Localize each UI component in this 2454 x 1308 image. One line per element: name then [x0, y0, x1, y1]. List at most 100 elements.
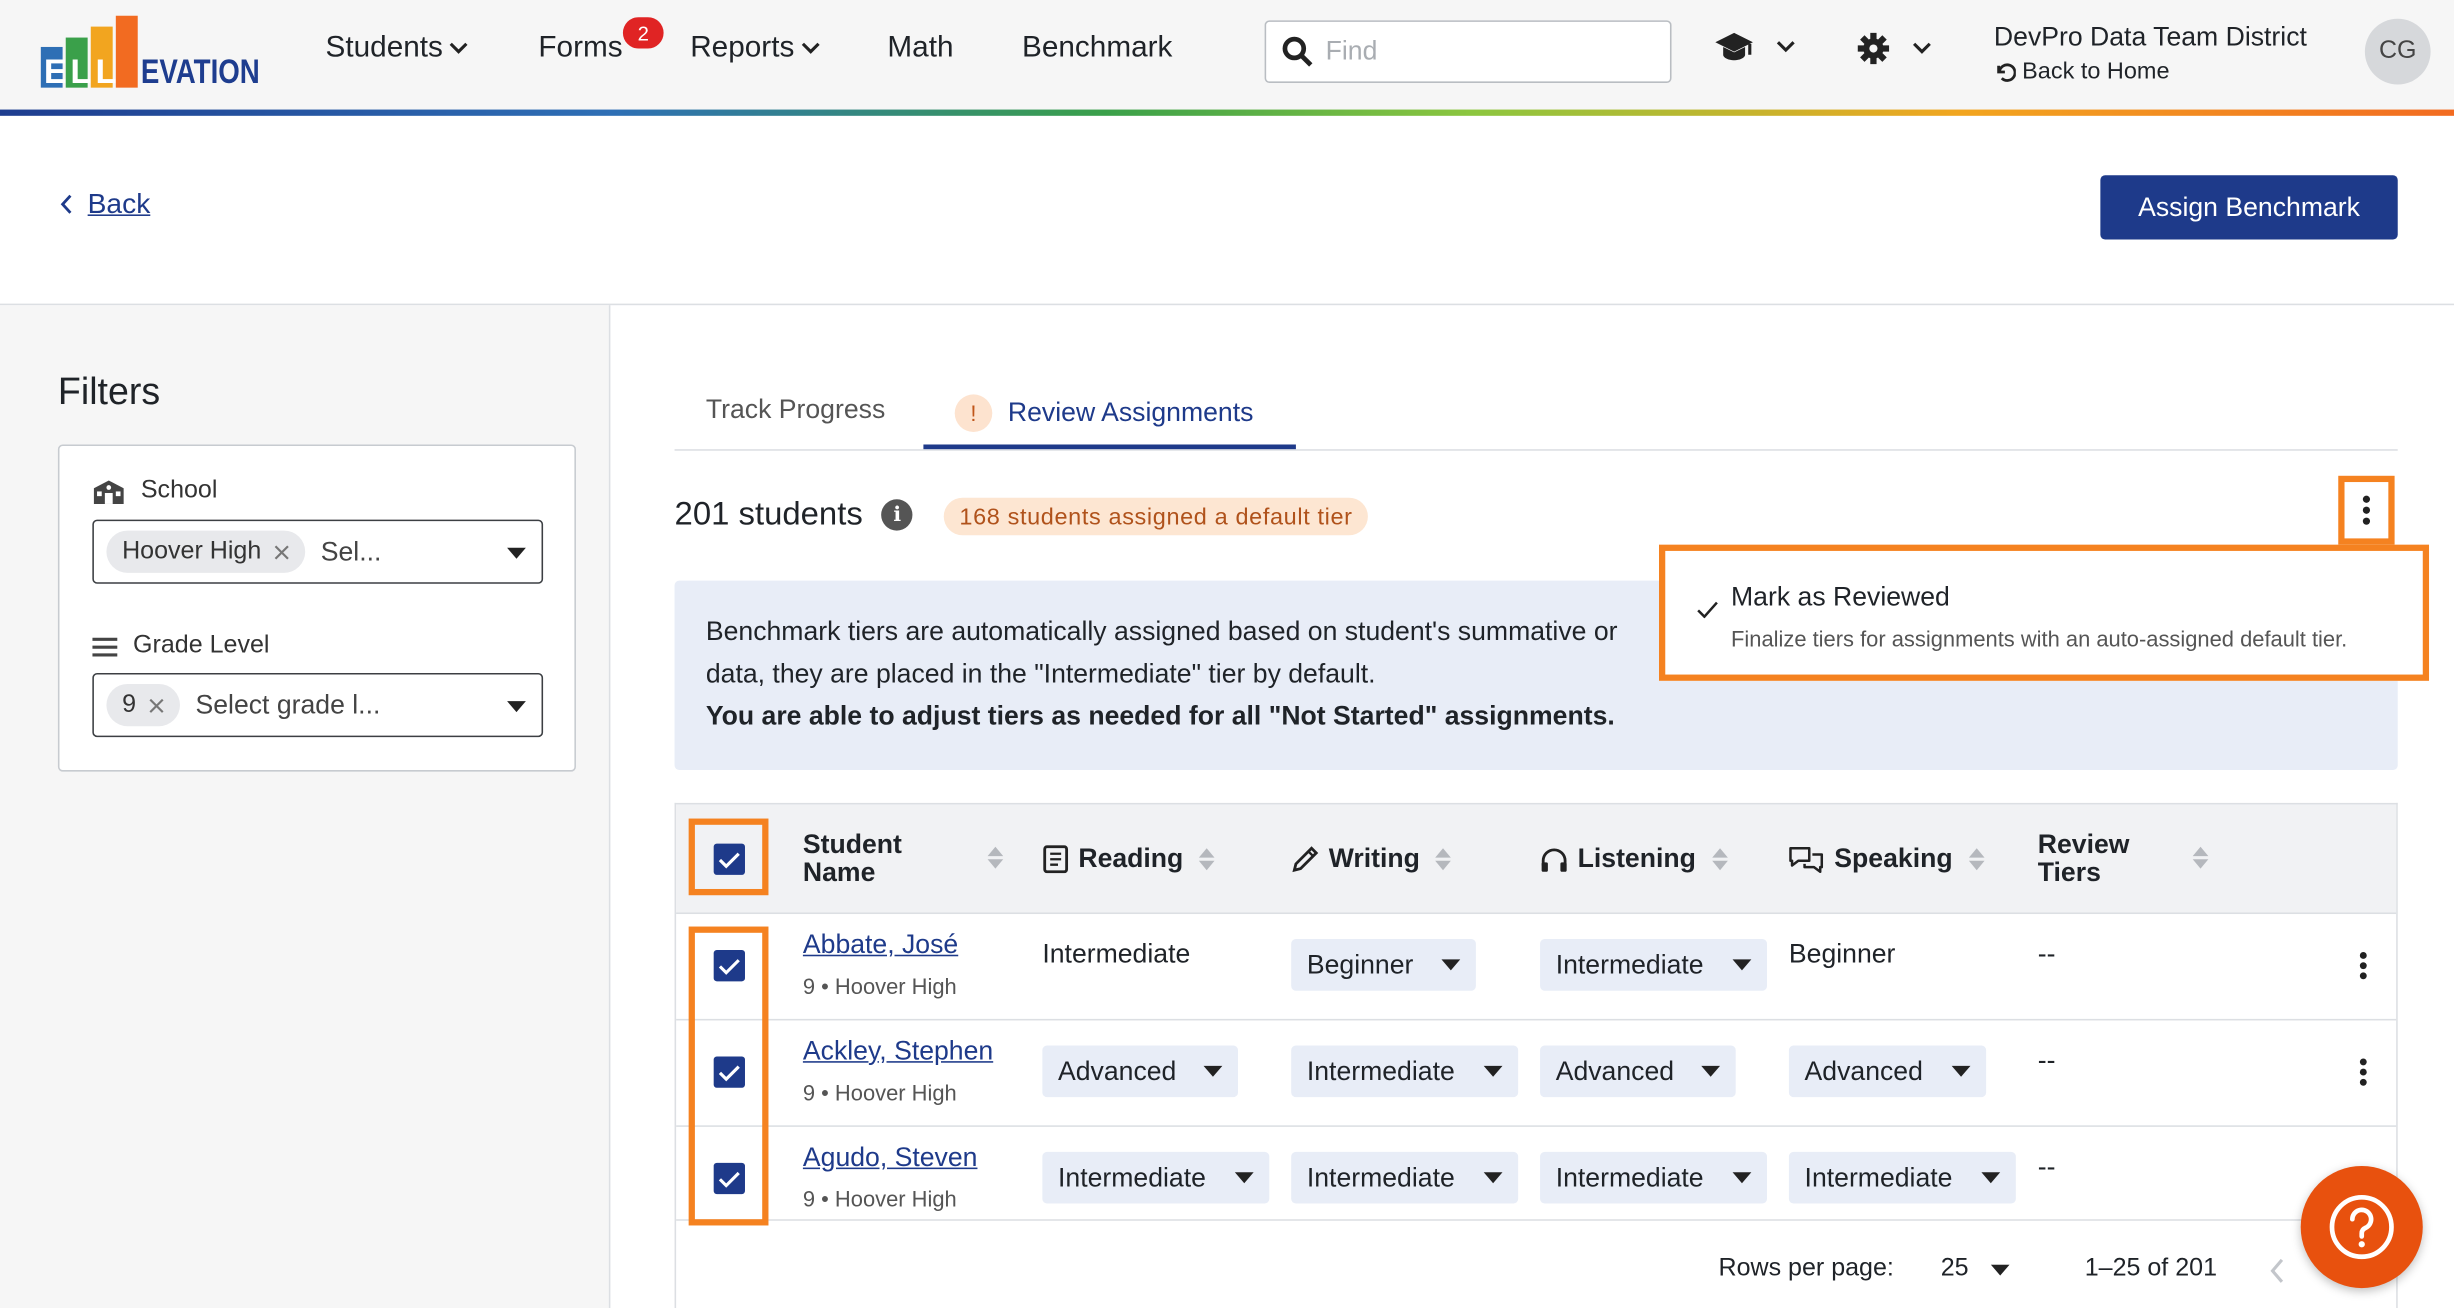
review-tiers-header[interactable]: Review Tiers	[2038, 830, 2130, 887]
student-grade-school: 9 • Hoover High	[802, 1186, 957, 1212]
svg-text:EVATION: EVATION	[141, 53, 260, 91]
reading-tier-dropdown[interactable]: Advanced	[1042, 1045, 1238, 1098]
reading-tier: Intermediate	[1042, 939, 1191, 969]
back-link[interactable]: Back	[59, 188, 150, 221]
caret-down-icon	[1483, 1065, 1503, 1077]
close-icon[interactable]	[274, 544, 290, 560]
table-row: Agudo, Steven 9 • Hoover High Intermedia…	[676, 1127, 2397, 1221]
reading-header[interactable]: Reading	[1042, 844, 1215, 874]
rows-per-page-label: Rows per page:	[1718, 1255, 1894, 1282]
info-line-3: You are able to adjust tiers as needed f…	[705, 701, 1615, 731]
listening-tier-dropdown[interactable]: Advanced	[1540, 1045, 1736, 1098]
student-name-link[interactable]: Ackley, Stephen	[803, 1036, 993, 1067]
caret-down-icon	[1234, 1172, 1254, 1184]
info-icon[interactable]: i	[881, 499, 913, 531]
nav-math[interactable]: Math	[887, 31, 953, 65]
mark-as-reviewed-menu-item[interactable]: Mark as Reviewed Finalize tiers for assi…	[1659, 544, 2430, 681]
user-avatar[interactable]: CG	[2364, 18, 2431, 85]
school-chip: Hoover High	[106, 530, 306, 573]
ellevation-logo[interactable]: E L L EVATION	[40, 15, 263, 91]
listening-tier-dropdown[interactable]: Intermediate	[1540, 1151, 1767, 1204]
sort-icon[interactable]	[1198, 848, 1215, 871]
help-button[interactable]	[2300, 1165, 2423, 1289]
table-row: Abbate, José 9 • Hoover High Intermediat…	[676, 914, 2397, 1021]
speaking-header[interactable]: Speaking	[1787, 844, 1984, 874]
nav-reports[interactable]: Reports	[690, 31, 819, 65]
reading-tier-dropdown[interactable]: Intermediate	[1042, 1151, 1270, 1204]
student-count: 201 students i	[675, 496, 913, 534]
caret-down-icon	[1732, 1172, 1752, 1184]
settings-menu[interactable]	[1856, 31, 1931, 65]
list-icon	[92, 636, 118, 656]
row-kebab-icon[interactable]	[2359, 952, 2368, 980]
default-tier-badge: 168 students assigned a default tier	[943, 497, 1369, 536]
nav-benchmark[interactable]: Benchmark	[1022, 31, 1172, 65]
speaking-tier: Beginner	[1788, 939, 1896, 969]
filters-title: Filters	[57, 370, 161, 414]
chevron-down-icon	[801, 42, 819, 54]
chevron-down-icon	[449, 42, 468, 54]
writing-tier-dropdown[interactable]: Intermediate	[1291, 1045, 1519, 1098]
sort-icon[interactable]	[1968, 848, 1984, 871]
pagination-range: 1–25 of 201	[2084, 1255, 2218, 1282]
nav-forms[interactable]: Forms	[538, 31, 622, 65]
school-icon	[93, 479, 124, 504]
info-line-1: Benchmark tiers are automatically assign…	[705, 616, 1618, 647]
select-all-highlight	[688, 818, 769, 896]
grade-level-select[interactable]: 9 Select grade l...	[92, 672, 544, 738]
review-tiers-value: --	[2037, 939, 2056, 969]
sort-icon[interactable]	[2192, 846, 2209, 869]
kebab-icon	[2362, 495, 2371, 525]
sort-icon[interactable]	[1435, 848, 1452, 871]
student-name-link[interactable]: Agudo, Steven	[803, 1143, 978, 1174]
grade-filter-label: Grade Level	[92, 632, 269, 660]
divider	[608, 305, 611, 1308]
sort-icon[interactable]	[987, 846, 1004, 869]
student-name-link[interactable]: Abbate, José	[803, 930, 958, 961]
tab-review-assignments[interactable]: ! Review Assignments	[954, 394, 1253, 432]
close-icon[interactable]	[149, 697, 165, 713]
chat-bubbles-icon	[1789, 847, 1824, 874]
active-tab-indicator	[923, 444, 1296, 450]
back-to-home-link[interactable]: Back to Home	[1994, 58, 2170, 85]
speaking-tier-dropdown[interactable]: Intermediate	[1788, 1151, 2016, 1204]
more-actions-button[interactable]	[2338, 475, 2395, 545]
warning-icon: !	[954, 394, 993, 432]
tab-track-progress[interactable]: Track Progress	[706, 394, 885, 425]
writing-header[interactable]: Writing	[1291, 844, 1452, 873]
school-select[interactable]: Hoover High Sel...	[92, 519, 544, 584]
chevron-left-icon	[60, 194, 72, 214]
caret-down-icon	[1990, 1263, 2010, 1275]
caret-down-icon	[1981, 1172, 2001, 1184]
row-checkboxes-highlight	[688, 926, 769, 1226]
programs-menu[interactable]	[1714, 31, 1795, 62]
caret-down-icon	[507, 701, 526, 713]
assign-benchmark-button[interactable]: Assign Benchmark	[2100, 175, 2398, 240]
svg-text:L: L	[70, 53, 91, 91]
check-icon	[1697, 601, 1718, 619]
writing-tier-dropdown[interactable]: Intermediate	[1291, 1151, 1519, 1204]
listening-tier-dropdown[interactable]: Intermediate	[1540, 939, 1767, 991]
chevron-left-icon[interactable]	[2269, 1258, 2285, 1283]
filters-panel: School Hoover High Sel... Grade Level 9 …	[57, 444, 576, 772]
speaking-tier-dropdown[interactable]: Advanced	[1788, 1045, 1987, 1098]
student-grade-school: 9 • Hoover High	[802, 1079, 957, 1105]
writing-tier-dropdown[interactable]: Beginner	[1291, 939, 1476, 991]
caret-down-icon	[1483, 1172, 1503, 1184]
caret-down-icon	[507, 547, 526, 559]
search-box	[1264, 20, 1672, 83]
search-input[interactable]	[1325, 35, 1639, 68]
row-kebab-icon[interactable]	[2359, 1058, 2368, 1086]
caret-down-icon	[1441, 959, 1461, 971]
student-name-header[interactable]: Student Name	[803, 830, 902, 887]
gear-icon	[1857, 32, 1890, 65]
chevron-down-icon	[1913, 42, 1931, 54]
listening-header[interactable]: Listening	[1540, 844, 1728, 873]
caret-down-icon	[1203, 1065, 1223, 1077]
sort-icon[interactable]	[1711, 848, 1728, 871]
undo-icon	[1997, 62, 2016, 82]
header-gradient-bar	[0, 109, 2454, 116]
nav-students[interactable]: Students	[326, 31, 468, 65]
school-filter-label: School	[92, 477, 217, 505]
rows-per-page-select[interactable]: 25	[1941, 1255, 2010, 1283]
